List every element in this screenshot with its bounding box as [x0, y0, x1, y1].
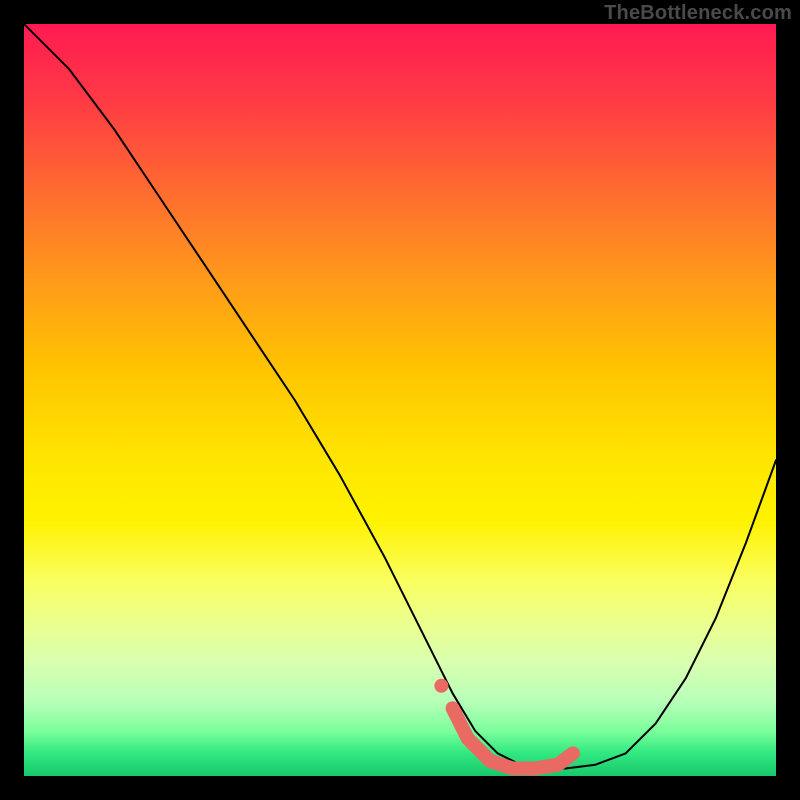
highlight-dot: [434, 679, 448, 693]
watermark-text: TheBottleneck.com: [604, 2, 792, 25]
plot-area: [24, 24, 776, 776]
chart-frame: TheBottleneck.com: [0, 0, 800, 800]
bottleneck-curve: [24, 24, 776, 769]
curve-layer: [24, 24, 776, 776]
highlight-segment: [453, 708, 573, 768]
